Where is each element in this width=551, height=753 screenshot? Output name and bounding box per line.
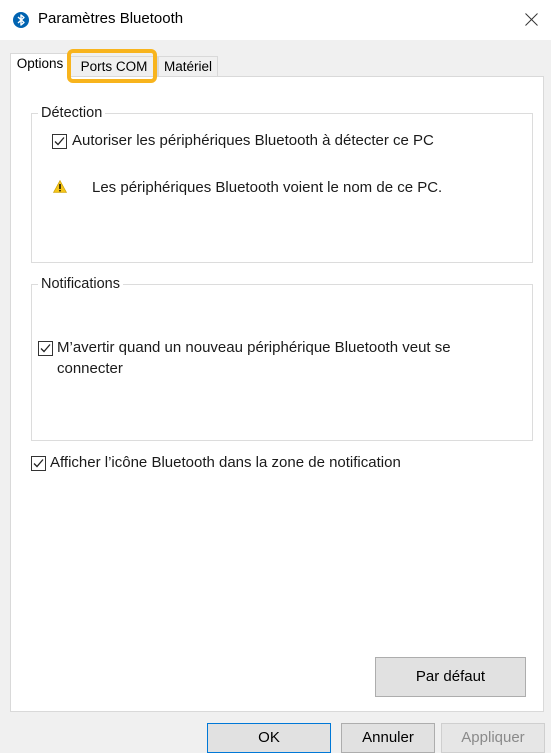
close-icon xyxy=(525,13,538,26)
tab-strip: Options Ports COM Matériel xyxy=(0,53,551,78)
close-button[interactable] xyxy=(511,0,551,40)
cancel-button[interactable]: Annuler xyxy=(341,723,435,753)
group-notifications-title: Notifications xyxy=(38,275,123,293)
allow-discovery-checkbox[interactable] xyxy=(52,134,67,149)
dialog-client-area: Options Ports COM Matériel Détection Aut… xyxy=(0,40,551,753)
allow-discovery-label[interactable]: Autoriser les périphériques Bluetooth à … xyxy=(72,130,434,151)
bluetooth-icon xyxy=(13,12,29,28)
apply-button[interactable]: Appliquer xyxy=(441,723,545,753)
tab-materiel[interactable]: Matériel xyxy=(158,56,218,77)
tab-options[interactable]: Options xyxy=(10,53,70,78)
group-detection: Détection Autoriser les périphériques Bl… xyxy=(31,104,533,263)
show-tray-icon-checkbox[interactable] xyxy=(31,456,46,471)
alert-new-device-label-line1[interactable]: M’avertir quand un nouveau périphérique … xyxy=(57,337,451,358)
tab-panel-options: Détection Autoriser les périphériques Bl… xyxy=(10,76,544,712)
warning-text: Les périphériques Bluetooth voient le no… xyxy=(92,179,443,196)
title-bar: Paramètres Bluetooth xyxy=(0,0,551,40)
checkmark-icon xyxy=(40,344,51,353)
ok-button[interactable]: OK xyxy=(207,723,331,753)
tab-ports-com[interactable]: Ports COM xyxy=(70,56,158,77)
restore-defaults-button[interactable]: Par défaut xyxy=(375,657,526,697)
warning-icon xyxy=(52,179,68,198)
checkmark-icon xyxy=(33,459,44,468)
show-tray-icon-label[interactable]: Afficher l’icône Bluetooth dans la zone … xyxy=(50,452,401,473)
group-detection-title: Détection xyxy=(38,104,106,122)
group-notifications: Notifications M’avertir quand un nouveau… xyxy=(31,275,533,441)
alert-new-device-checkbox[interactable] xyxy=(38,341,53,356)
window-title: Paramètres Bluetooth xyxy=(38,10,184,27)
checkmark-icon xyxy=(54,137,65,146)
alert-new-device-label-line2[interactable]: connecter xyxy=(57,358,123,379)
